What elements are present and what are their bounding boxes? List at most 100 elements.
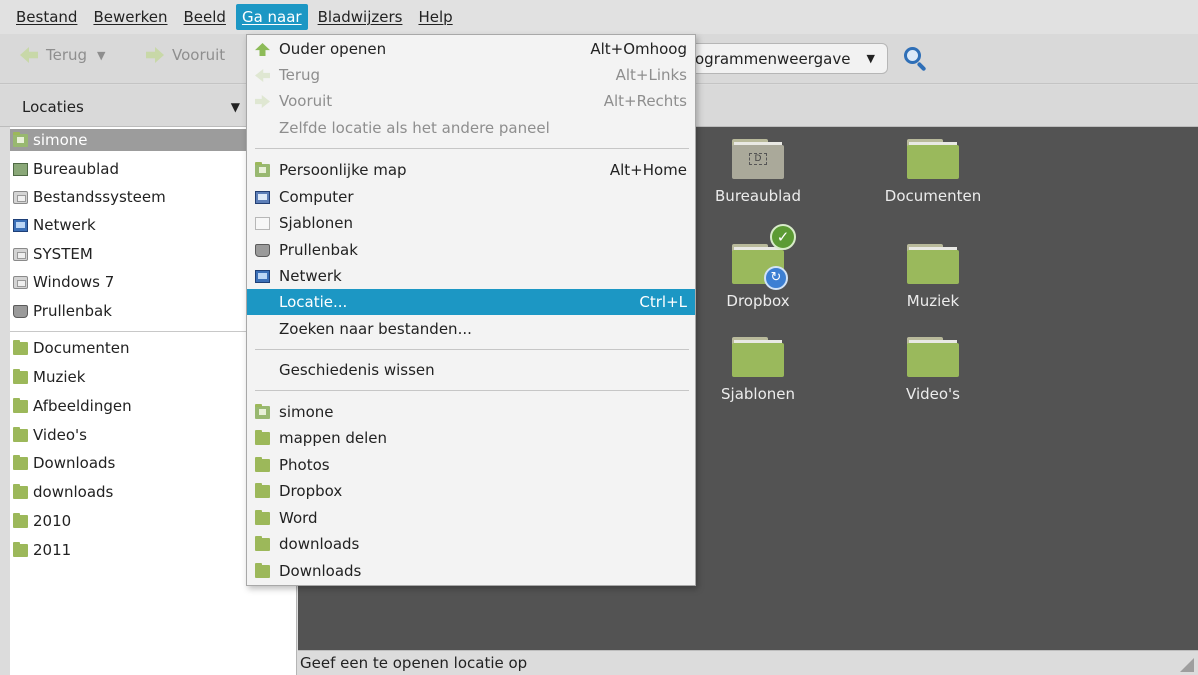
folder-icon <box>13 368 28 384</box>
menu-item-label: Vooruit <box>279 92 333 110</box>
menu-item-label: Prullenbak <box>279 241 358 259</box>
folder-icon <box>13 483 28 499</box>
folder-icon <box>907 244 959 284</box>
sidebar-item-label: Prullenbak <box>33 302 112 320</box>
file-item-sjablonen[interactable]: Sjablonen <box>683 337 833 403</box>
resize-grip-icon[interactable] <box>1180 658 1194 672</box>
desktop-folder-icon: D <box>732 139 784 179</box>
menu-item-label: Zoeken naar bestanden... <box>279 320 472 338</box>
folder-icon <box>255 536 270 551</box>
file-item-documenten[interactable]: Documenten <box>858 139 1008 205</box>
menu-item-locatie[interactable]: Locatie... Ctrl+L <box>247 289 695 315</box>
menu-item-bookmark-simone[interactable]: simone <box>247 399 695 425</box>
menu-item-accel: Alt+Home <box>609 161 687 179</box>
menu-bewerken[interactable]: Bewerken <box>87 4 173 30</box>
menu-item-persoonlijke-map[interactable]: Persoonlijke map Alt+Home <box>247 157 695 183</box>
sidebar-item-label: Downloads <box>33 454 116 472</box>
places-label: Locaties <box>22 98 84 116</box>
folder-icon <box>255 563 270 578</box>
search-button[interactable] <box>900 42 930 74</box>
menu-item-geschiedenis-wissen[interactable]: Geschiedenis wissen <box>247 357 695 383</box>
menu-item-label: Netwerk <box>279 267 342 285</box>
menu-separator <box>255 148 689 149</box>
back-label: Terug <box>46 46 88 64</box>
folder-icon <box>13 397 28 413</box>
forward-button[interactable]: Vooruit <box>146 46 225 64</box>
folder-icon <box>255 430 270 445</box>
go-menu: Ouder openen Alt+Omhoog Terug Alt+Links … <box>246 34 696 586</box>
menu-bestand[interactable]: Bestand <box>10 4 83 30</box>
network-icon <box>255 270 270 283</box>
file-item-dropbox[interactable]: ✓ ↻ Dropbox <box>683 224 833 310</box>
file-item-label: Bureaublad <box>715 187 801 205</box>
chevron-down-icon: ▼ <box>230 100 240 114</box>
menu-item-terug[interactable]: Terug Alt+Links <box>247 62 695 88</box>
sidebar-item-label: Bureaublad <box>33 160 119 178</box>
menu-item-label: Computer <box>279 188 354 206</box>
menu-item-accel: Alt+Omhoog <box>590 40 687 58</box>
view-mode-label: ogrammenweergave <box>695 49 851 68</box>
forward-label: Vooruit <box>172 46 226 64</box>
file-item-label: Video's <box>906 385 960 403</box>
up-arrow-icon <box>255 43 270 56</box>
sync-icon: ↻ <box>764 266 788 290</box>
menu-item-computer[interactable]: Computer <box>247 184 695 210</box>
menu-item-accel: Alt+Rechts <box>603 92 687 110</box>
menu-item-vooruit[interactable]: Vooruit Alt+Rechts <box>247 88 695 114</box>
menu-item-label: Downloads <box>279 562 362 580</box>
menu-item-label: Geschiedenis wissen <box>279 361 435 379</box>
menu-item-label: simone <box>279 403 334 421</box>
sidebar-item-label: Documenten <box>33 339 130 357</box>
statusbar: Geef een te openen locatie op <box>298 650 1198 675</box>
sidebar-item-label: Netwerk <box>33 216 96 234</box>
menu-item-ouder-openen[interactable]: Ouder openen Alt+Omhoog <box>247 36 695 62</box>
forward-arrow-icon <box>255 95 270 108</box>
menu-item-sjablonen[interactable]: Sjablonen <box>247 210 695 236</box>
menu-help[interactable]: Help <box>412 4 458 30</box>
trash-icon <box>255 244 270 257</box>
sidebar-item-label: downloads <box>33 483 114 501</box>
folder-icon: ✓ ↻ <box>732 224 796 290</box>
file-item-label: Sjablonen <box>721 385 795 403</box>
sidebar-item-label: 2010 <box>33 512 72 530</box>
menu-ga-naar[interactable]: Ga naar <box>235 4 308 30</box>
status-text: Geef een te openen locatie op <box>300 654 528 672</box>
menu-item-label: Ouder openen <box>279 40 387 58</box>
menu-item-label: Photos <box>279 456 330 474</box>
home-folder-icon <box>13 131 28 147</box>
file-item-muziek[interactable]: Muziek <box>858 244 1008 310</box>
back-arrow-icon <box>255 69 270 82</box>
places-select[interactable]: Locaties ▼ <box>10 91 242 123</box>
menu-item-label: Sjablonen <box>279 214 353 232</box>
view-mode-select[interactable]: ogrammenweergave ▼ <box>676 43 888 74</box>
folder-icon <box>732 337 784 377</box>
menu-item-accel: Alt+Links <box>615 66 687 84</box>
menu-item-bookmark-word[interactable]: Word <box>247 505 695 531</box>
folder-icon <box>13 541 28 557</box>
sidebar-item-label: 2011 <box>33 541 72 559</box>
menu-item-bookmark-photos[interactable]: Photos <box>247 452 695 478</box>
menu-item-bookmark-dropbox[interactable]: Dropbox <box>247 478 695 504</box>
network-icon <box>13 218 28 232</box>
menu-item-prullenbak[interactable]: Prullenbak <box>247 237 695 263</box>
back-dropdown-icon[interactable]: ▼ <box>97 49 105 62</box>
back-button[interactable]: Terug ▼ <box>20 46 106 64</box>
menu-beeld[interactable]: Beeld <box>178 4 232 30</box>
back-arrow-icon <box>20 47 38 63</box>
drive-icon <box>13 275 28 289</box>
menu-bladwijzers[interactable]: Bladwijzers <box>312 4 409 30</box>
file-item-bureaublad[interactable]: D Bureaublad <box>683 139 833 205</box>
sidebar-item-label: simone <box>33 131 88 149</box>
folder-icon <box>255 457 270 472</box>
sidebar-item-label: Afbeeldingen <box>33 397 132 415</box>
file-item-videos[interactable]: Video's <box>858 337 1008 403</box>
menu-item-label: Locatie... <box>279 293 348 311</box>
folder-icon <box>13 339 28 355</box>
menu-item-zoeken[interactable]: Zoeken naar bestanden... <box>247 316 695 342</box>
menu-item-zelfde-locatie[interactable]: Zelfde locatie als het andere paneel <box>247 115 695 141</box>
menu-item-netwerk[interactable]: Netwerk <box>247 263 695 289</box>
menu-item-bookmark-downloads[interactable]: Downloads <box>247 558 695 584</box>
menu-item-bookmark-mappen-delen[interactable]: mappen delen <box>247 425 695 451</box>
menu-item-bookmark-downloads-lower[interactable]: downloads <box>247 531 695 557</box>
sidebar-item-label: Bestandssysteem <box>33 188 166 206</box>
